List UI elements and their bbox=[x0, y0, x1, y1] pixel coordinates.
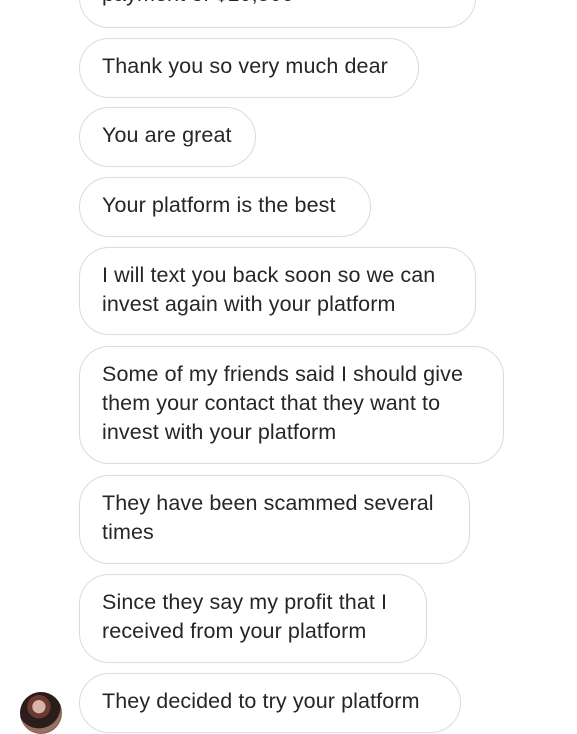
message-thread: payment of $10,500 Thank you so very muc… bbox=[0, 0, 577, 734]
message-bubble[interactable]: Since they say my profit that I received… bbox=[79, 574, 427, 663]
message-text-line: They have been scammed several bbox=[102, 491, 434, 515]
message-text-line: invest with your platform bbox=[102, 420, 337, 444]
message-bubble[interactable]: You are great bbox=[79, 107, 256, 167]
message-bubble[interactable]: Some of my friends said I should give th… bbox=[79, 346, 504, 464]
message-text-line: Since they say my profit that I bbox=[102, 590, 388, 614]
message-bubble[interactable]: payment of $10,500 bbox=[79, 0, 476, 28]
message-text: They decided to try your platform bbox=[102, 689, 420, 713]
message-text-line: Some of my friends said I should give bbox=[102, 362, 464, 386]
message-text-line: times bbox=[102, 520, 154, 544]
message-text: Your platform is the best bbox=[102, 193, 336, 217]
message-bubble[interactable]: They decided to try your platform bbox=[79, 673, 461, 733]
message-text: You are great bbox=[102, 123, 232, 147]
message-text-line: them your contact that they want to bbox=[102, 391, 441, 415]
sender-avatar[interactable] bbox=[20, 692, 62, 734]
message-text-line: I will text you back soon so we can bbox=[102, 263, 436, 287]
message-bubble[interactable]: Thank you so very much dear bbox=[79, 38, 419, 98]
message-bubble[interactable]: They have been scammed several times bbox=[79, 475, 470, 564]
message-text-line: invest again with your platform bbox=[102, 292, 396, 316]
message-bubble[interactable]: I will text you back soon so we can inve… bbox=[79, 247, 476, 335]
message-text: Thank you so very much dear bbox=[102, 54, 388, 78]
message-text: payment of $10,500 bbox=[102, 0, 453, 9]
message-text-line: received from your platform bbox=[102, 619, 367, 643]
message-bubble[interactable]: Your platform is the best bbox=[79, 177, 371, 237]
